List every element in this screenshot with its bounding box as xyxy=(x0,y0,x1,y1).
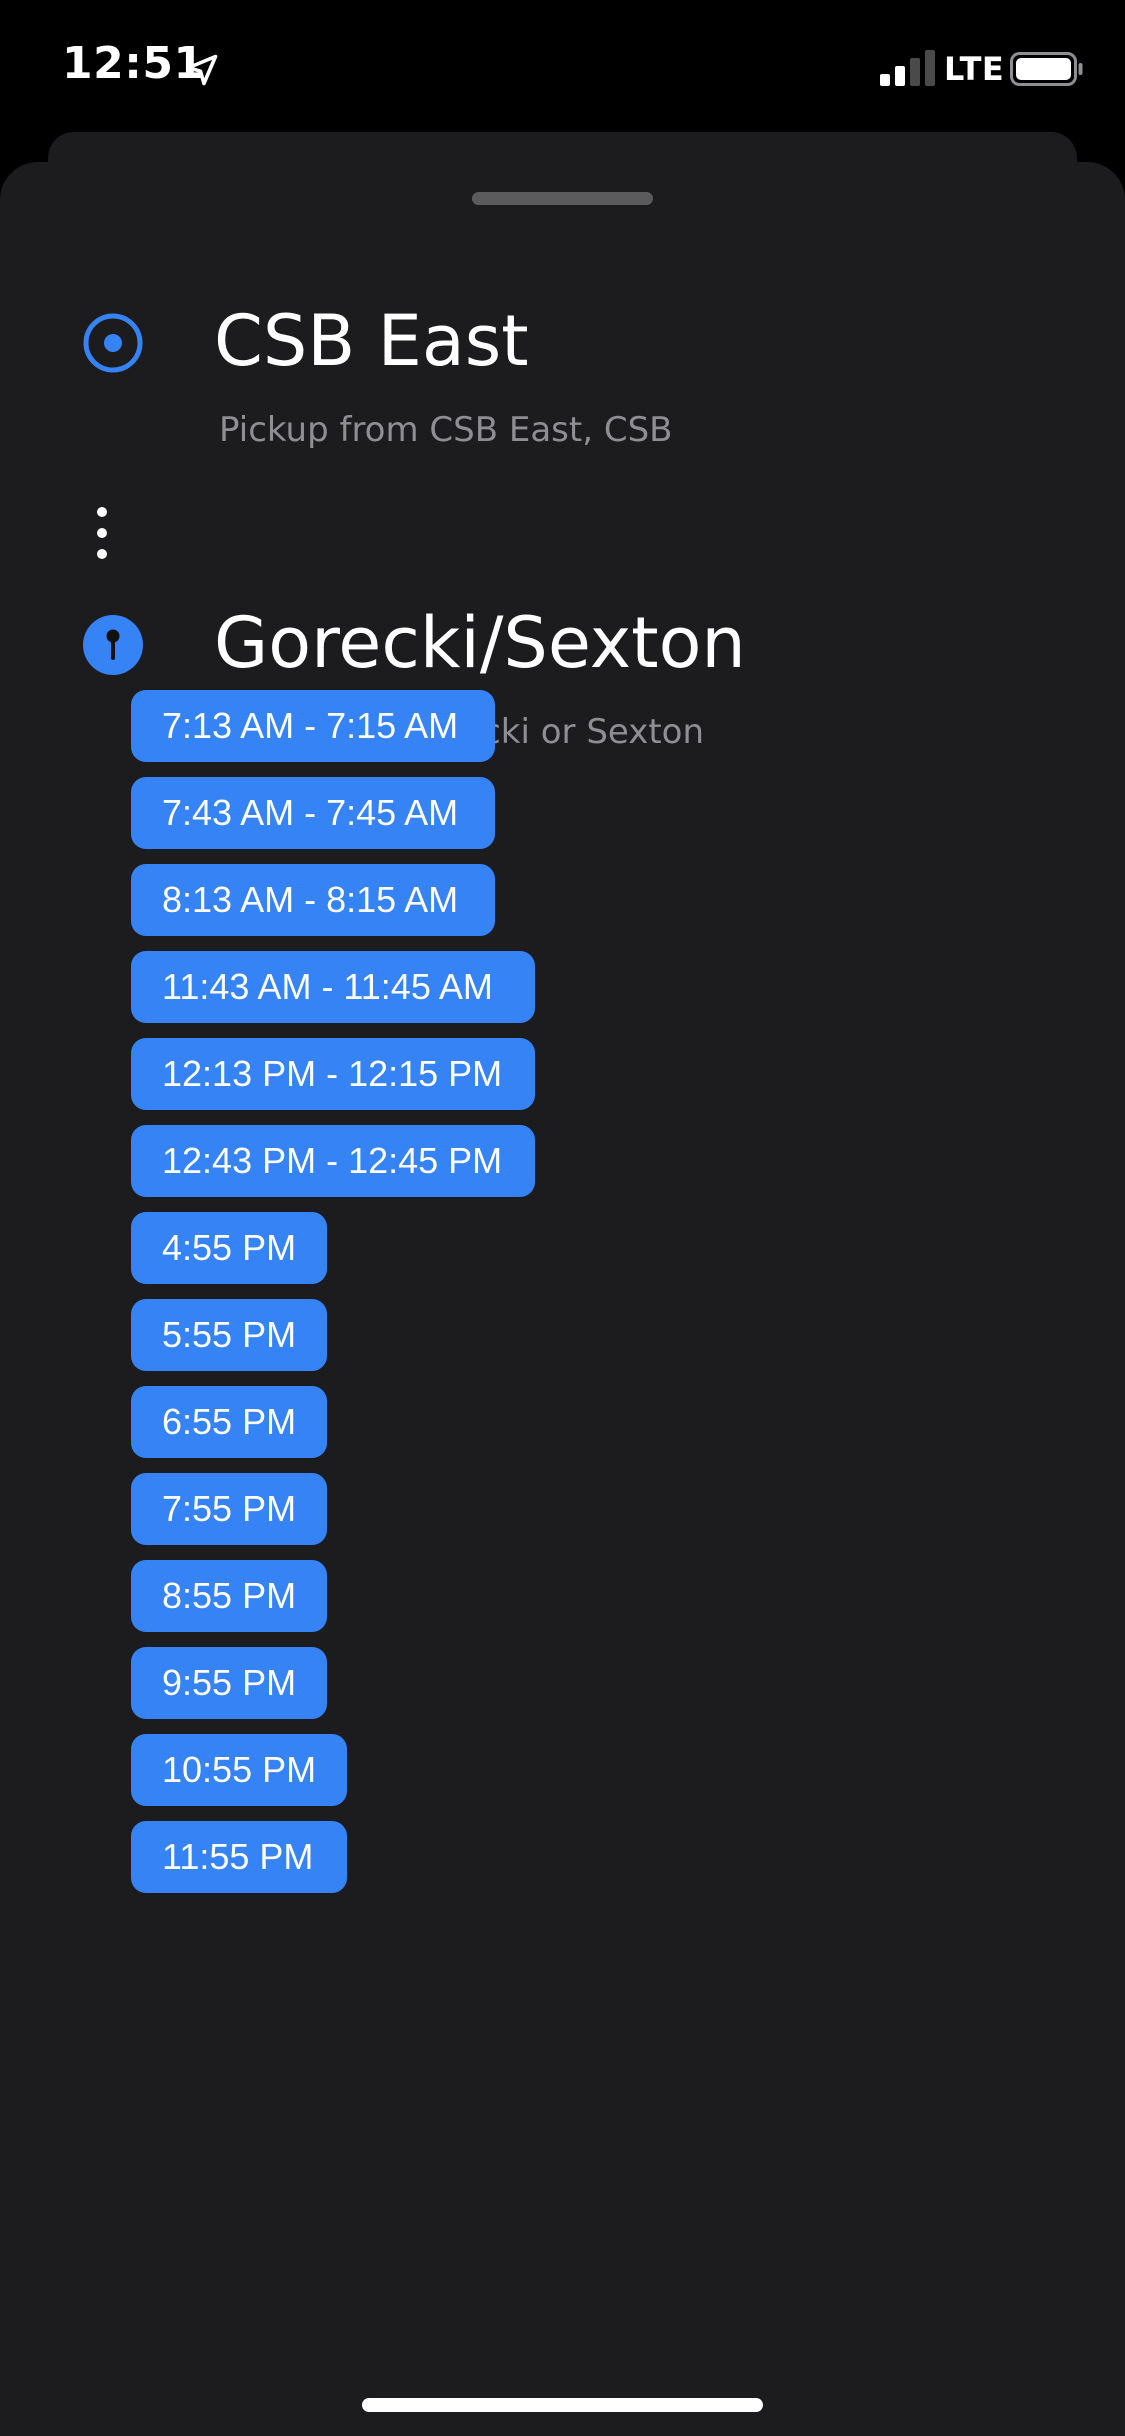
time-slot-button[interactable]: 12:43 PM - 12:45 PM xyxy=(131,1125,535,1197)
time-slot-button[interactable]: 9:55 PM xyxy=(131,1647,327,1719)
departure-times-list: 7:13 AM - 7:15 AM 7:43 AM - 7:45 AM 8:13… xyxy=(131,690,535,1908)
time-slot-button[interactable]: 11:43 AM - 11:45 AM xyxy=(131,951,535,1023)
time-slot-button[interactable]: 7:55 PM xyxy=(131,1473,327,1545)
origin-target-icon xyxy=(83,313,143,373)
network-type-label: LTE xyxy=(944,50,1005,88)
time-slot-button[interactable]: 8:55 PM xyxy=(131,1560,327,1632)
origin-subtitle: Pickup from CSB East, CSB xyxy=(219,410,673,450)
time-slot-button[interactable]: 7:13 AM - 7:15 AM xyxy=(131,690,495,762)
times-column: 7:13 AM - 7:15 AM 7:43 AM - 7:45 AM 8:13… xyxy=(131,690,535,1908)
time-slot-button[interactable]: 10:55 PM xyxy=(131,1734,347,1806)
time-slot-button[interactable]: 4:55 PM xyxy=(131,1212,327,1284)
status-bar: 12:51 LTE xyxy=(0,0,1125,130)
destination-title: Gorecki/Sexton xyxy=(214,602,746,684)
sheet-grabber-handle[interactable] xyxy=(472,192,653,205)
time-slot-button[interactable]: 6:55 PM xyxy=(131,1386,327,1458)
time-slot-button[interactable]: 5:55 PM xyxy=(131,1299,327,1371)
battery-icon xyxy=(1010,52,1083,86)
home-indicator[interactable] xyxy=(362,2398,763,2412)
origin-title: CSB East xyxy=(214,300,529,382)
cellular-signal-icon xyxy=(880,50,935,86)
time-slot-button[interactable]: 11:55 PM xyxy=(131,1821,347,1893)
vertical-dots-icon xyxy=(96,507,108,563)
destination-pin-icon xyxy=(83,615,143,675)
location-arrow-icon xyxy=(186,54,218,86)
time-slot-button[interactable]: 8:13 AM - 8:15 AM xyxy=(131,864,495,936)
time-slot-button[interactable]: 7:43 AM - 7:45 AM xyxy=(131,777,495,849)
app-screen: 12:51 LTE CSB East Pickup from CSB East,… xyxy=(0,0,1125,2436)
time-slot-button[interactable]: 12:13 PM - 12:15 PM xyxy=(131,1038,535,1110)
